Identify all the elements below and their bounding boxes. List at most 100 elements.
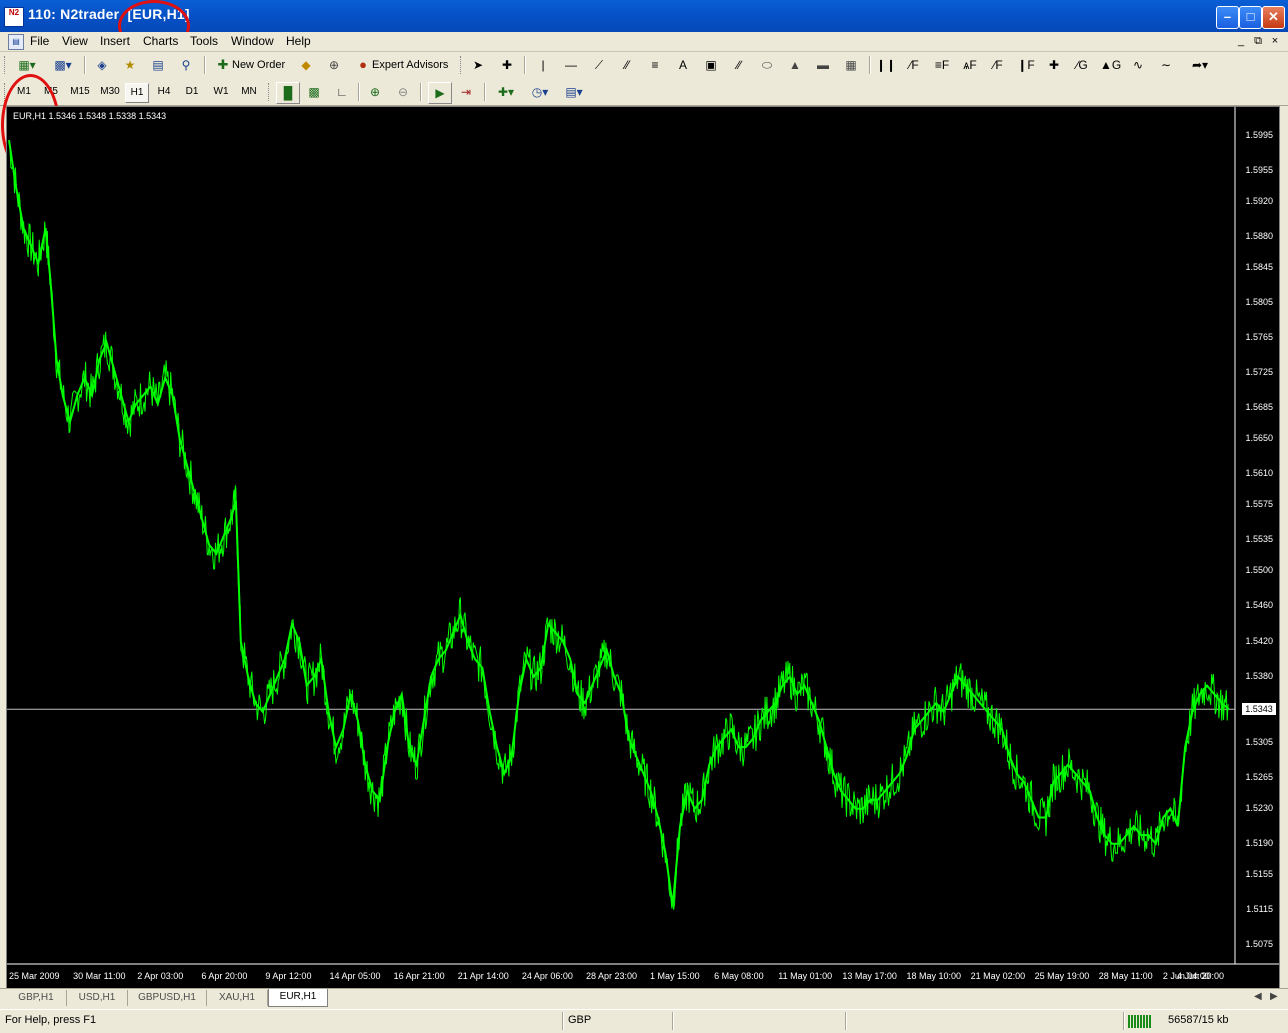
- time-tick-label: 13 May 17:00: [842, 971, 897, 981]
- menu-file[interactable]: File: [30, 34, 49, 48]
- chart-tabs-bar: GBP,H1 USD,H1 GBPUSD,H1 XAU,H1 EUR,H1 ◀ …: [0, 988, 1288, 1009]
- menu-view[interactable]: View: [62, 34, 88, 48]
- timeframe-mn[interactable]: MN: [236, 83, 262, 101]
- gann-line-icon[interactable]: ∕G: [1072, 55, 1092, 75]
- mdi-close-icon[interactable]: ×: [1268, 34, 1282, 48]
- parallel-lines-icon[interactable]: ∕∕: [729, 55, 749, 75]
- timeframe-d1[interactable]: D1: [180, 83, 204, 101]
- autotrading-diamond-icon[interactable]: ◆: [296, 55, 316, 75]
- fibonacci-retracement-icon[interactable]: ≡: [645, 55, 665, 75]
- timeframe-m1[interactable]: M1: [12, 83, 36, 101]
- toolbar-separator: [204, 56, 206, 74]
- tab-scroll-left-icon[interactable]: ◀: [1254, 991, 1262, 1002]
- auto-scroll-icon[interactable]: ▶: [428, 82, 452, 104]
- mdi-minimize-icon[interactable]: _: [1234, 34, 1248, 48]
- fibonacci-expansion-icon[interactable]: ∕F: [988, 55, 1008, 75]
- text-icon[interactable]: A: [673, 55, 693, 75]
- window-title-text: 110: N2trader: [28, 6, 120, 22]
- minimize-button[interactable]: –: [1216, 6, 1239, 29]
- triangle-icon[interactable]: ▲: [785, 55, 805, 75]
- price-tick-label: 1.5650: [1245, 433, 1273, 444]
- new-order-icon: ✚: [217, 57, 229, 72]
- navigator-icon[interactable]: ★: [120, 55, 140, 75]
- periods-clock-icon[interactable]: ◷▾: [526, 82, 554, 102]
- strategy-tester-icon[interactable]: ⚲: [176, 55, 196, 75]
- elliott-wave-icon[interactable]: ∿: [1128, 55, 1148, 75]
- fibonacci-arcs-icon[interactable]: ѧF: [960, 55, 980, 75]
- status-profile: GBP: [568, 1014, 592, 1026]
- zoom-in-icon[interactable]: ⊕: [365, 82, 385, 102]
- equidistant-channel-icon[interactable]: ⁄⁄: [617, 55, 637, 75]
- gann-fan-icon[interactable]: ▲G: [1100, 55, 1121, 75]
- vertical-line-icon[interactable]: |: [533, 55, 553, 75]
- timeframe-m15[interactable]: M15: [66, 83, 94, 101]
- candlestick-icon[interactable]: ▩: [304, 82, 324, 102]
- crosshair-target-icon[interactable]: ⊕: [324, 55, 344, 75]
- tab-gbpusd-h1[interactable]: GBPUSD,H1: [128, 990, 207, 1006]
- arrows-dropdown-icon[interactable]: ➦▾: [1186, 55, 1214, 75]
- templates-icon[interactable]: ▤▾: [560, 82, 588, 102]
- ellipse-icon[interactable]: ⬭: [757, 55, 777, 75]
- fibonacci-channel-icon[interactable]: ⁄F: [904, 55, 924, 75]
- trendline-icon[interactable]: ⟋: [589, 55, 609, 75]
- app-icon-text: N2: [8, 8, 20, 17]
- price-tick-label: 1.5380: [1245, 670, 1273, 681]
- current-price-badge: 1.5343: [1242, 703, 1276, 716]
- text-label-icon[interactable]: ▣: [701, 55, 721, 75]
- title-bar[interactable]: N2 110: N2trader [EUR,H1] – □ ✕: [0, 0, 1288, 32]
- rectangle-icon[interactable]: ▬: [813, 55, 833, 75]
- bar-chart-icon[interactable]: █: [276, 82, 300, 104]
- andrews-pitchfork-icon[interactable]: ✚: [1044, 55, 1064, 75]
- menu-help[interactable]: Help: [286, 34, 311, 48]
- time-tick-label: 30 Mar 11:00: [73, 971, 126, 981]
- status-separator: [672, 1012, 674, 1030]
- new-chart-icon[interactable]: ▦▾: [12, 55, 42, 75]
- price-tick-label: 1.5725: [1245, 367, 1273, 378]
- menu-tools[interactable]: Tools: [190, 34, 218, 48]
- chart-area[interactable]: EUR,H1 1.5346 1.5348 1.5338 1.5343 1.599…: [6, 106, 1280, 989]
- timeframe-h1[interactable]: H1: [125, 83, 149, 103]
- toolbar-grip[interactable]: [4, 83, 8, 101]
- standard-toolbar: ▦▾ ▩▾ ◈ ★ ▤ ⚲ ✚ New Order ◆ ⊕ ● Expert Adv…: [0, 52, 1288, 78]
- tab-gbp-h1[interactable]: GBP,H1: [6, 990, 67, 1006]
- tab-scroll-right-icon[interactable]: ▶: [1270, 991, 1278, 1002]
- cursor-arrow-icon[interactable]: ➤: [468, 55, 488, 75]
- horizontal-line-icon[interactable]: —: [561, 55, 581, 75]
- price-tick-label: 1.5995: [1245, 129, 1273, 140]
- crosshair-icon[interactable]: ✚: [497, 55, 517, 75]
- tab-eur-h1[interactable]: EUR,H1: [268, 989, 328, 1007]
- toolbar-separator: [358, 83, 360, 101]
- menu-charts[interactable]: Charts: [143, 34, 178, 48]
- toolbar-grip[interactable]: [4, 56, 8, 74]
- timeframe-h4[interactable]: H4: [152, 83, 176, 101]
- fibonacci-fan-icon[interactable]: ≡F: [932, 55, 952, 75]
- tab-xau-h1[interactable]: XAU,H1: [207, 990, 268, 1006]
- menu-insert[interactable]: Insert: [100, 34, 130, 48]
- chart-shift-icon[interactable]: ⇥: [456, 82, 476, 102]
- zoom-out-icon[interactable]: ⊖: [393, 82, 413, 102]
- indicators-dropdown-icon[interactable]: ✚▾: [492, 82, 520, 102]
- timeframe-w1[interactable]: W1: [208, 83, 234, 101]
- regression-channel-icon[interactable]: ∼: [1156, 55, 1176, 75]
- price-tick-label: 1.5685: [1245, 402, 1273, 413]
- tab-usd-h1[interactable]: USD,H1: [67, 990, 128, 1006]
- gann-grid-icon[interactable]: ▦: [841, 55, 861, 75]
- market-watch-icon[interactable]: ◈: [92, 55, 112, 75]
- terminal-icon[interactable]: ▤: [148, 55, 168, 75]
- profiles-icon[interactable]: ▩▾: [48, 55, 78, 75]
- timeframe-m5[interactable]: M5: [39, 83, 63, 101]
- line-chart-icon[interactable]: ∟: [332, 82, 352, 102]
- toolbar-grip[interactable]: [268, 83, 272, 101]
- toolbar-grip[interactable]: [460, 56, 464, 74]
- timeframe-m30[interactable]: M30: [96, 83, 124, 101]
- new-order-button[interactable]: ✚ New Order: [212, 55, 286, 75]
- status-separator: [562, 1012, 564, 1030]
- document-icon[interactable]: ▤: [8, 34, 24, 50]
- menu-window[interactable]: Window: [231, 34, 274, 48]
- maximize-button[interactable]: □: [1239, 6, 1262, 29]
- close-button[interactable]: ✕: [1262, 6, 1285, 29]
- expert-advisors-button[interactable]: ● Expert Advisors: [352, 55, 448, 75]
- cycle-lines-icon[interactable]: ❙❙: [876, 55, 896, 75]
- fibonacci-time-zones-icon[interactable]: ❙F: [1016, 55, 1036, 75]
- mdi-restore-icon[interactable]: ⧉: [1251, 34, 1265, 48]
